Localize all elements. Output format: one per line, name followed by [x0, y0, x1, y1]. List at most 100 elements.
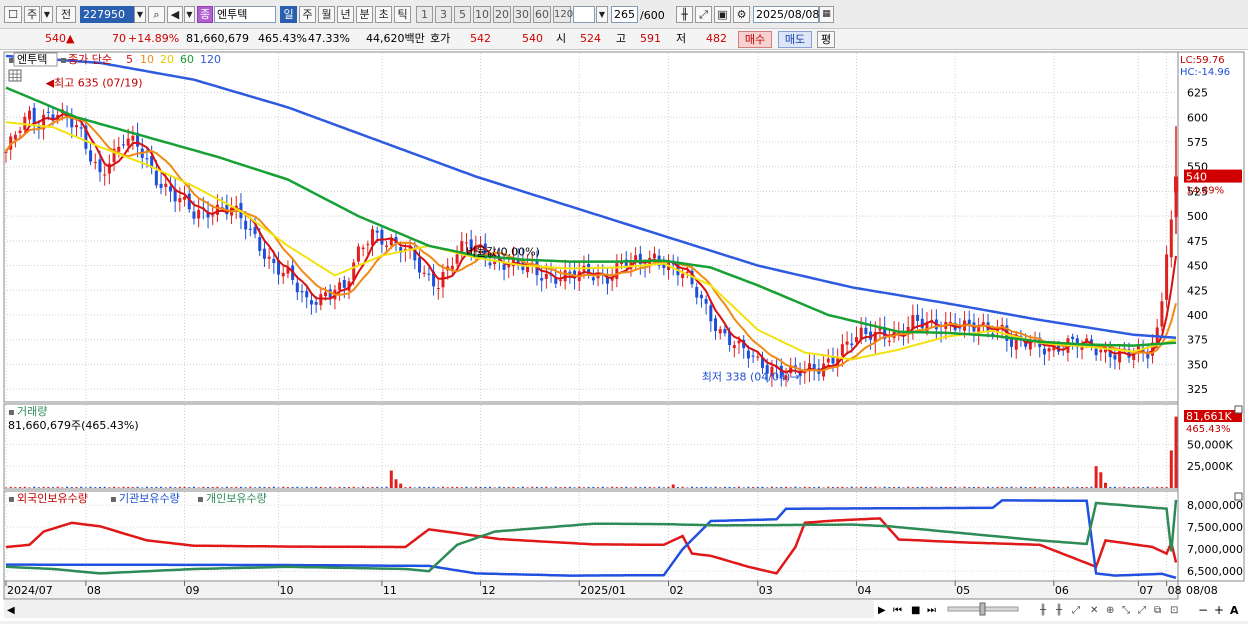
high-label: 고: [616, 32, 627, 45]
volume-bar: [841, 486, 844, 488]
scroll-first-icon[interactable]: ⏮: [893, 605, 902, 616]
cross-tool-icon[interactable]: ✕: [1090, 605, 1098, 616]
candle-body: [197, 209, 201, 219]
volume-bar: [878, 487, 881, 488]
holding-tick-label: 6,500,000: [1187, 565, 1243, 578]
magnet-icon[interactable]: ⊕: [1106, 605, 1114, 616]
interval-20[interactable]: 20: [493, 6, 511, 23]
stock-chart[interactable]: 325350375400425450475500525550575600625◀…: [0, 50, 1248, 621]
candle-body: [427, 273, 431, 275]
count-input[interactable]: 265: [611, 6, 638, 23]
volume-bar: [1081, 486, 1084, 488]
volume-bar: [427, 486, 430, 488]
candle-body: [464, 242, 468, 244]
zoom-in-icon[interactable]: +: [1214, 603, 1224, 617]
tab-weekly[interactable]: 주: [299, 6, 316, 23]
date-input[interactable]: 2025/08/08: [753, 6, 819, 23]
interval-5[interactable]: 5: [454, 6, 471, 23]
volume-panel-close-icon[interactable]: [1234, 405, 1243, 414]
volume-bar: [413, 487, 416, 488]
mode-button-prev[interactable]: 전: [56, 6, 76, 23]
settings-gear-icon[interactable]: ⚙: [733, 6, 750, 23]
speaker-dropdown-icon[interactable]: ▼: [184, 6, 195, 23]
stock-code-input[interactable]: 227950: [80, 6, 134, 23]
interval-60[interactable]: 60: [533, 6, 551, 23]
copy-icon[interactable]: ⧉: [1154, 605, 1161, 616]
bar-style-icon[interactable]: ╫: [1055, 603, 1063, 616]
open-price: 524: [580, 32, 601, 45]
table-view-icon[interactable]: [8, 69, 22, 82]
candle-body: [117, 146, 121, 152]
foreign-holding-legend: 외국인보유수량: [17, 492, 88, 505]
scroll-right-icon[interactable]: ▶: [878, 605, 886, 616]
save-icon[interactable]: ▣: [714, 6, 731, 23]
tab-yearly[interactable]: 년: [337, 6, 354, 23]
tab-monthly[interactable]: 월: [318, 6, 335, 23]
stock-legend-name: 엔투텍: [17, 53, 47, 66]
tab-minute[interactable]: 분: [356, 6, 373, 23]
candle-type-icon[interactable]: ╫: [676, 6, 693, 23]
volume-bar: [1066, 486, 1069, 488]
volume-bar: [51, 487, 54, 488]
interval-10[interactable]: 10: [473, 6, 491, 23]
mode-dropdown-icon[interactable]: ▼: [41, 6, 53, 23]
volume-bar: [578, 486, 581, 488]
interval-dropdown-icon[interactable]: ▼: [596, 6, 608, 23]
volume-bar: [1001, 486, 1004, 488]
candle-body: [46, 111, 50, 113]
calendar-icon[interactable]: ▦: [819, 6, 834, 23]
candle-body: [27, 110, 31, 120]
candle-body-today: [1174, 176, 1178, 193]
scrollbar-track[interactable]: [4, 600, 874, 618]
interval-3[interactable]: 3: [435, 6, 452, 23]
auto-scale-icon[interactable]: A: [1230, 604, 1239, 617]
interval-30[interactable]: 30: [513, 6, 531, 23]
sell-button[interactable]: 매도: [778, 31, 812, 48]
line-style-icon[interactable]: ⤢: [1072, 605, 1080, 616]
date-tick-label: 04: [857, 584, 871, 597]
stop-icon[interactable]: ■: [911, 605, 920, 616]
holding-legend-marker: ▪: [8, 494, 15, 505]
change-percent: +14.89%: [128, 32, 180, 45]
code-dropdown-icon[interactable]: ▼: [134, 6, 146, 23]
candle-body: [455, 254, 459, 264]
tab-second[interactable]: 초: [375, 6, 392, 23]
volume-bar: [644, 486, 647, 488]
zoom-out-icon[interactable]: −: [1198, 603, 1208, 617]
candle-body: [723, 329, 727, 334]
ruler-icon[interactable]: ⤡: [1122, 605, 1130, 616]
holding-panel-close-icon[interactable]: [1234, 492, 1243, 501]
interval-input[interactable]: [573, 6, 595, 23]
average-button[interactable]: 평: [817, 31, 835, 48]
volume-bar: [907, 486, 910, 488]
volume-bar: [296, 486, 299, 488]
candle-body: [709, 305, 713, 322]
volume-bar: [756, 486, 759, 488]
buy-button[interactable]: 매수: [738, 31, 772, 48]
chart-menu-icon[interactable]: ☐: [4, 6, 22, 23]
volume-tick-label: 25,000K: [1187, 460, 1233, 473]
tab-tick[interactable]: 틱: [394, 6, 411, 23]
draw-tool-icon[interactable]: ⤢: [695, 6, 712, 23]
print-icon[interactable]: ⊡: [1170, 605, 1178, 616]
search-icon[interactable]: ⌕: [148, 6, 165, 23]
volume-bar: [70, 487, 73, 488]
speaker-icon[interactable]: ◀: [167, 6, 183, 23]
scroll-last-icon[interactable]: ⏭: [927, 605, 936, 616]
date-tick-label: 2024/07: [7, 584, 53, 597]
volume-bar: [864, 486, 867, 488]
candle-body: [488, 262, 492, 266]
mode-button-week[interactable]: 주: [24, 6, 40, 23]
candle-style-icon[interactable]: ╫: [1039, 603, 1047, 616]
volume-bar: [366, 487, 369, 488]
volume-bar: [465, 486, 468, 488]
tab-daily[interactable]: 일: [280, 6, 297, 23]
interval-1[interactable]: 1: [416, 6, 433, 23]
volume-legend-marker: ▪: [8, 407, 15, 418]
scroll-left-icon[interactable]: ◀: [7, 605, 15, 616]
share-icon[interactable]: ⤢: [1138, 605, 1146, 616]
zoom-slider-thumb[interactable]: [979, 602, 986, 616]
interval-120[interactable]: 120: [553, 6, 573, 23]
stock-name-field[interactable]: 엔투텍: [214, 6, 276, 23]
volume-bar: [164, 487, 167, 488]
